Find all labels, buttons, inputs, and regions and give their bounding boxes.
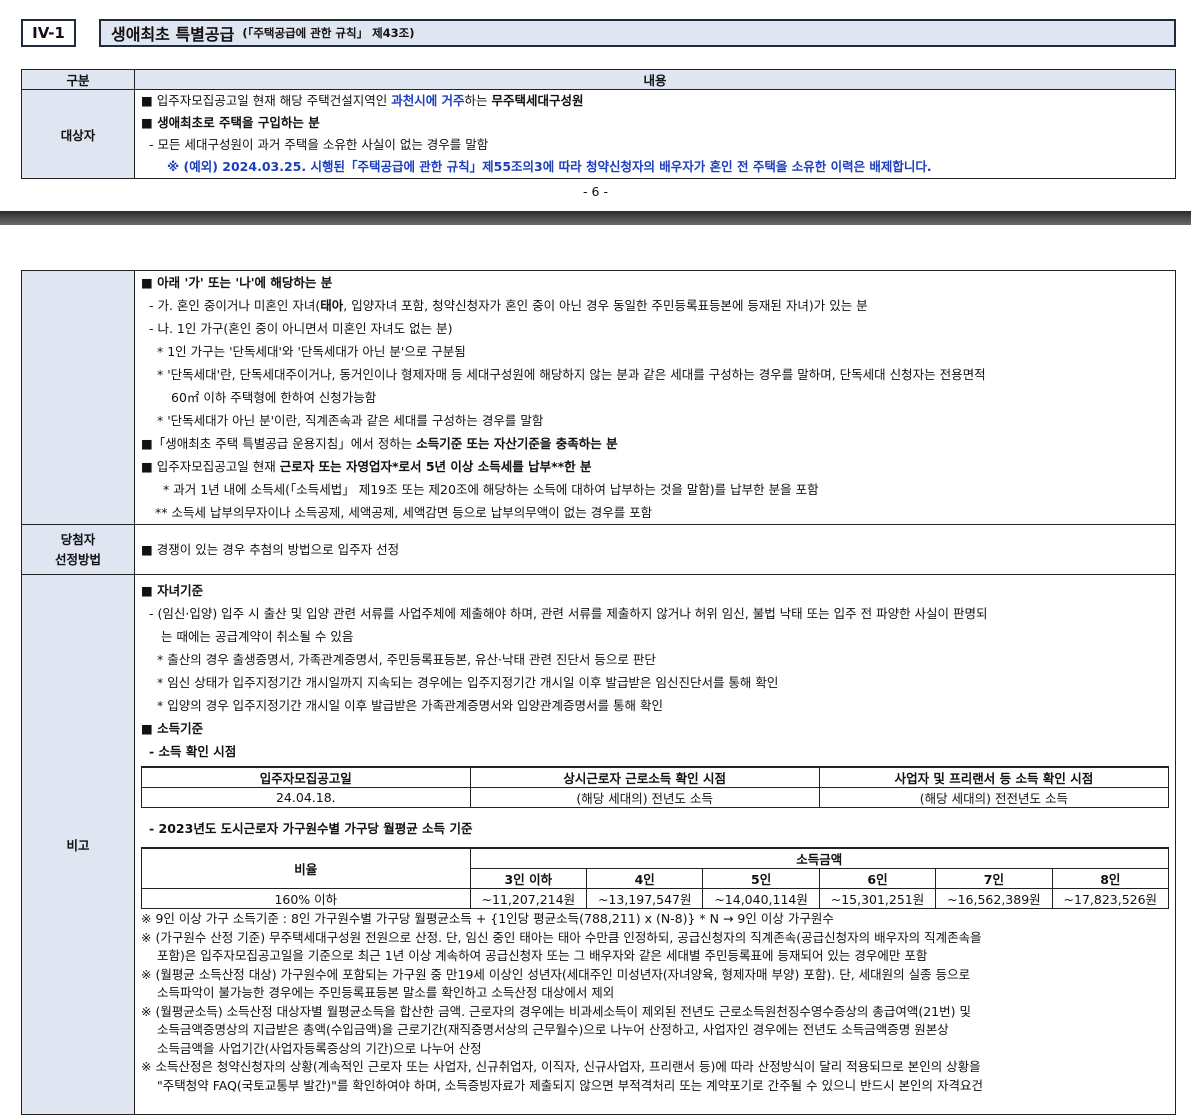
t1-header-2: 상시근로자 근로소득 확인 시점	[469, 766, 820, 788]
note-income-calc: ※ 소득산정은 청약신청자의 상황(계속적인 근로자 또는 사업자, 신규취업자…	[141, 1059, 981, 1074]
t2-col-4: 6인	[818, 868, 937, 889]
target-line-3: - 모든 세대구성원이 과거 주택을 소유한 사실이 없는 경우를 말함	[149, 137, 489, 152]
note-monthly-income-cont-1: 소득금액증명상의 지급받은 총액(수입금액)을 근로기간(재직증명서상의 근무월…	[157, 1022, 949, 1037]
child-criteria-note-3: * 입양의 경우 입주지정기간 개시일 이후 발급받은 가족관계증명서와 입양관…	[157, 698, 663, 713]
section-subtitle: (「주택공급에 관한 규칙」 제43조)	[242, 26, 415, 40]
col-category-header: 구분	[21, 69, 135, 90]
section-title-bar: 생애최초 특별공급 (「주택공급에 관한 규칙」 제43조)	[99, 19, 1176, 47]
remarks-label: 비고	[21, 574, 135, 1115]
cond-note-2: * '단독세대'란, 단독세대주이거나, 동거인이나 형제자매 등 세대구성원에…	[157, 367, 986, 382]
t1-value-1: 24.04.18.	[141, 787, 471, 808]
income-notes: ※ 9인 이상 가구 소득기준 : 8인 가구원수별 가구당 월평균소득 + {…	[141, 910, 1169, 1095]
target-label: 대상자	[21, 89, 135, 179]
income-criteria-heading: ■ 소득기준	[141, 721, 204, 736]
target-exception-note: ※ (예외) 2024.03.25. 시행된「주택공급에 관한 규칙」제55조의…	[167, 159, 932, 174]
income-check-time-table: 입주자모집공고일 상시근로자 근로소득 확인 시점 사업자 및 프리랜서 등 소…	[141, 766, 1170, 808]
note-income-calc-cont: "주택청약 FAQ(국토교통부 발간)"를 확인하여야 하며, 소득증빙자료가 …	[157, 1077, 984, 1093]
note-monthly-income: ※ (월평균소득) 소득산정 대상자별 월평균소득을 합산한 금액. 근로자의 …	[141, 1003, 971, 1019]
target-line-1-text: ■ 입주자모집공고일 현재 해당 주택건설지역인	[141, 93, 392, 108]
cond-tax-note-1: * 과거 1년 내에 소득세(「소득세법」 제19조 또는 제20조에 해당하는…	[163, 482, 819, 497]
t2-col-6: 8인	[1051, 868, 1170, 889]
t1-header-1: 입주자모집공고일	[141, 766, 471, 788]
child-criteria-note-2: * 임신 상태가 입주지정기간 개시일까지 지속되는 경우에는 입주지정기간 개…	[157, 675, 779, 690]
t1-header-3: 사업자 및 프리랜서 등 소득 확인 시점	[818, 766, 1170, 788]
note-household-count-cont: 포함)은 입주자모집공고일을 기준으로 최근 1년 이상 계속하여 공급신청자 …	[157, 948, 928, 963]
cond-bullet-3: ■ 입주자모집공고일 현재 근로자 또는 자영업자*로서 5년 이상 소득세를 …	[141, 455, 1169, 478]
page-number: - 6 -	[583, 184, 608, 199]
target-household: 무주택세대구성원	[491, 93, 584, 108]
t2-col-5: 7인	[935, 868, 1053, 889]
child-criteria-1: - (임신·입양) 입주 시 출산 및 입양 관련 서류를 사업주체에 제출해야…	[149, 606, 988, 621]
child-criteria-1-cont: 는 때에는 공급계약이 취소될 수 있음	[161, 629, 354, 644]
income-check-time-heading: - 소득 확인 시점	[149, 744, 237, 759]
selection-label-1: 당첨자	[60, 531, 96, 547]
cond-ga: - 가. 혼인 중이거나 미혼인 자녀(태아, 입양자녀 포함, 청약신청자가 …	[141, 294, 1169, 317]
selection-text: ■ 경쟁이 있는 경우 추첨의 방법으로 입주자 선정	[141, 542, 400, 557]
section-title: 생애최초 특별공급	[111, 25, 235, 44]
cond-ga-text-1: - 가. 혼인 중이거나 미혼인 자녀(	[149, 298, 321, 313]
target-label-continued	[21, 270, 135, 525]
target-line-1-text-2: 하는	[464, 93, 492, 108]
target-table: 구분 내용 대상자 ■ 입주자모집공고일 현재 해당 주택건설지역인 과천시에 …	[21, 69, 1176, 179]
t2-value-5: ~16,562,389원	[935, 888, 1053, 909]
note-household-count: ※ (가구원수 산정 기준) 무주택세대구성원 전원으로 산정. 단, 임신 중…	[141, 929, 982, 945]
t2-row-label: 160% 이하	[141, 888, 471, 909]
cond-na: - 나. 1인 가구(혼인 중이 아니면서 미혼인 자녀도 없는 분)	[149, 321, 453, 336]
t2-col-3: 5인	[702, 868, 820, 889]
t1-value-3: (해당 세대의) 전전년도 소득	[818, 787, 1170, 808]
cond-bullet-2-text: ■「생애최초 주택 특별공급 운용지침」에서 정하는	[141, 436, 417, 451]
cond-ga-fetus: 태아	[320, 298, 344, 313]
t2-col-2: 4인	[586, 868, 704, 889]
t2-value-4: ~15,301,251원	[818, 888, 937, 909]
t2-value-3: ~14,040,114원	[702, 888, 820, 909]
child-criteria-note-1: * 출산의 경우 출생증명서, 가족관계증명서, 주민등록표등본, 유산·낙태 …	[157, 652, 656, 667]
cond-tax-note-2: ** 소득세 납부의무자이나 소득공제, 세액공제, 세액감면 등으로 납부의무…	[155, 505, 653, 520]
cond-bullet-3-text: ■ 입주자모집공고일 현재	[141, 459, 280, 474]
note-9plus: ※ 9인 이상 가구 소득기준 : 8인 가구원수별 가구당 월평균소득 + {…	[141, 911, 834, 926]
cond-note-3: * '단독세대가 아닌 분'이란, 직계존속과 같은 세대를 구성하는 경우를 …	[157, 413, 544, 428]
note-income-target-cont: 소득파악이 불가능한 경우에는 주민등록표등본 말소를 확인하고 소득산정 대상…	[157, 985, 615, 1000]
target-line-2: ■ 생애최초로 주택을 구입하는 분	[141, 115, 320, 130]
continuation-table: ■ 아래 '가' 또는 '나'에 해당하는 분 - 가. 혼인 중이거나 미혼인…	[21, 270, 1176, 1115]
cond-bullet-3-bold: 근로자 또는 자영업자*로서 5년 이상 소득세를 납부**한 분	[279, 459, 592, 474]
cond-ga-text-2: , 입양자녀 포함, 청약신청자가 혼인 중이 아닌 경우 동일한 주민등록표등…	[343, 298, 868, 313]
income-standard-table: 비율 소득금액 3인 이하 4인 5인 6인 7인 8인 160% 이하 ~11…	[141, 847, 1170, 909]
t2-value-2: ~13,197,547원	[586, 888, 704, 909]
t2-ratio-header: 비율	[141, 847, 471, 889]
section-number: IV-1	[21, 19, 76, 47]
t1-value-2: (해당 세대의) 전년도 소득	[469, 787, 820, 808]
page-separator	[0, 211, 1191, 225]
selection-label-2: 선정방법	[54, 551, 101, 567]
t2-income-header: 소득금액	[469, 847, 1170, 869]
target-line-1: ■ 입주자모집공고일 현재 해당 주택건설지역인 과천시에 거주하는 무주택세대…	[141, 90, 1169, 112]
cond-note-2-cont: 60㎡ 이하 주택형에 한하여 신청가능함	[171, 390, 377, 405]
t2-col-1: 3인 이하	[469, 868, 588, 889]
note-income-target: ※ (월평균 소득산정 대상) 가구원수에 포함되는 가구원 중 만19세 이상…	[141, 966, 971, 982]
child-criteria-heading: ■ 자녀기준	[141, 583, 204, 598]
selection-label: 당첨자 선정방법	[21, 524, 135, 575]
cond-bullet-2-bold: 소득기준 또는 자산기준을 충족하는 분	[416, 436, 618, 451]
t2-value-6: ~17,823,526원	[1051, 888, 1170, 909]
cond-bullet-2: ■「생애최초 주택 특별공급 운용지침」에서 정하는 소득기준 또는 자산기준을…	[141, 432, 1169, 455]
target-region: 과천시에 거주	[391, 93, 465, 108]
income-standard-heading: - 2023년도 도시근로자 가구원수별 가구당 월평균 소득 기준	[149, 821, 473, 836]
cond-note-1: * 1인 가구는 '단독세대'와 '단독세대가 아닌 분'으로 구분됨	[157, 344, 466, 359]
col-content-header: 내용	[134, 69, 1176, 90]
cond-bullet-1: ■ 아래 '가' 또는 '나'에 해당하는 분	[141, 275, 333, 290]
t2-value-1: ~11,207,214원	[469, 888, 588, 909]
note-monthly-income-cont-2: 소득금액을 사업기간(사업자등록증상의 기간)으로 나누어 산정	[157, 1040, 482, 1056]
